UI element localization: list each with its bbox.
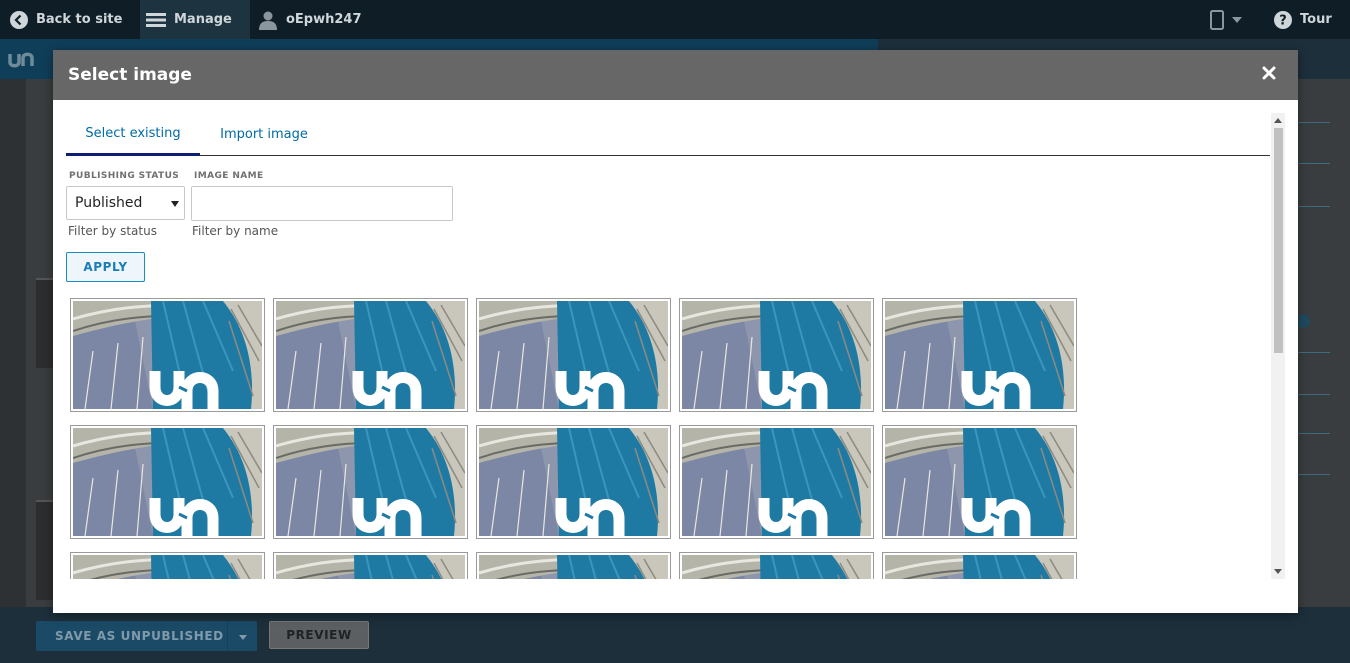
background-left-panel [0, 79, 26, 607]
image-thumbnail[interactable] [273, 425, 468, 539]
image-thumbnail[interactable] [476, 552, 671, 579]
save-label: SAVE AS UNPUBLISHED [55, 629, 224, 643]
background-divider [1298, 352, 1330, 353]
publishing-status-label: PUBLISHING STATUS [69, 171, 180, 181]
save-options-dropdown[interactable] [227, 621, 257, 651]
image-thumbnail[interactable] [273, 298, 468, 412]
save-as-unpublished-button[interactable]: SAVE AS UNPUBLISHED [36, 621, 257, 651]
tour-button[interactable]: ? Tour [1274, 0, 1332, 39]
image-thumbnail[interactable] [70, 552, 265, 579]
dialog-header: Select image [53, 50, 1298, 100]
help-icon: ? [1274, 10, 1292, 29]
image-thumbnail[interactable] [679, 425, 874, 539]
dialog-title: Select image [68, 65, 192, 85]
background-divider [1298, 433, 1330, 434]
admin-toolbar: Back to site Manage oEpwh247 ? Tour [0, 0, 1350, 39]
image-thumbnail[interactable] [882, 425, 1077, 539]
preview-button[interactable]: PREVIEW [269, 621, 369, 649]
background-divider [1298, 206, 1330, 207]
tab-import-image[interactable]: Import image [214, 113, 314, 156]
status-selected-value: Published [75, 195, 143, 211]
background-help-icon [1296, 314, 1310, 328]
background-divider [1298, 474, 1330, 475]
dialog-body: Select existing Import image PUBLISHING … [66, 113, 1270, 579]
chevron-down-icon [238, 629, 247, 643]
tab-select-existing[interactable]: Select existing [66, 113, 200, 156]
image-name-label: IMAGE NAME [194, 171, 264, 181]
image-thumbnail[interactable] [70, 425, 265, 539]
site-logo-icon [8, 51, 34, 73]
user-name: oEpwh247 [286, 12, 362, 27]
filter-form: PUBLISHING STATUS IMAGE NAME Published F… [66, 156, 1270, 286]
dialog-tabs: Select existing Import image [66, 113, 1270, 156]
close-button[interactable] [1258, 64, 1280, 86]
scroll-down-arrow-icon[interactable] [1274, 569, 1282, 574]
background-divider [1298, 394, 1330, 395]
manage-label: Manage [174, 12, 232, 27]
select-image-dialog: Select image Select existing Import imag… [53, 50, 1298, 613]
mobile-device-icon [1210, 9, 1224, 30]
dialog-scrollbar[interactable] [1271, 113, 1285, 579]
tour-label: Tour [1300, 12, 1332, 27]
image-thumbnail[interactable] [679, 552, 874, 579]
scroll-thumb[interactable] [1274, 128, 1283, 353]
image-thumbnail[interactable] [679, 298, 874, 412]
status-help-text: Filter by status [68, 224, 157, 238]
dropdown-caret-icon [171, 201, 179, 207]
chevron-down-icon [1232, 12, 1242, 27]
scroll-up-arrow-icon[interactable] [1274, 118, 1282, 123]
menu-icon [146, 12, 166, 28]
apply-button[interactable]: APPLY [66, 252, 145, 282]
device-preview-toggle[interactable] [1210, 0, 1242, 39]
manage-tab[interactable]: Manage [140, 0, 250, 39]
image-thumbnail[interactable] [70, 298, 265, 412]
image-thumbnail[interactable] [273, 552, 468, 579]
back-to-site-link[interactable]: Back to site [10, 0, 122, 39]
name-help-text: Filter by name [192, 224, 279, 238]
background-divider [1298, 122, 1330, 123]
image-name-input[interactable] [191, 186, 453, 221]
image-thumbnail[interactable] [476, 425, 671, 539]
publishing-status-select[interactable]: Published [66, 186, 185, 220]
background-divider [1298, 163, 1330, 164]
back-to-site-label: Back to site [36, 12, 123, 27]
image-thumbnail[interactable] [882, 298, 1077, 412]
image-thumbnail[interactable] [476, 298, 671, 412]
preview-label: PREVIEW [286, 628, 352, 642]
user-tab[interactable]: oEpwh247 [258, 0, 362, 39]
back-arrow-icon [10, 10, 28, 29]
image-thumbnail[interactable] [882, 552, 1077, 579]
user-icon [258, 10, 278, 30]
close-icon [1262, 65, 1276, 85]
svg-text:?: ? [1279, 13, 1287, 28]
